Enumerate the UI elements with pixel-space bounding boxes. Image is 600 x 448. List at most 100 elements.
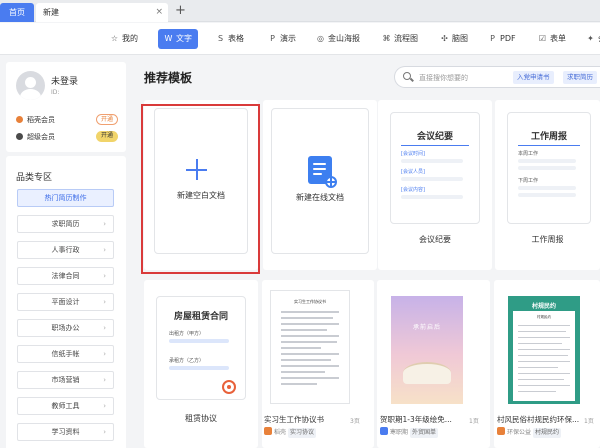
toolbar-pdf[interactable]: P PDF (484, 29, 520, 49)
meeting-thumbnail: 会议纪要 [会议时间] [会议人员] [会议内容] (390, 112, 480, 224)
online-doc-icon (308, 156, 337, 188)
intern-tags: 稻壳 实习协议 (264, 427, 317, 438)
template-card-meeting[interactable]: 会议纪要 [会议时间] [会议人员] [会议内容] 会议纪要 (378, 100, 492, 270)
handbill-tag2: 外贸国单 (410, 428, 439, 438)
intern-pages: 3页 (350, 418, 360, 425)
lease-label: 租赁协议 (185, 414, 217, 423)
tab-new-label: 新建 (43, 8, 59, 17)
search-chip[interactable]: 求职简历 (563, 71, 597, 84)
flowchart-icon: ⌘ (382, 34, 391, 43)
category-item[interactable]: 求职简历 › (17, 215, 114, 233)
super-member-icon (16, 133, 23, 140)
handbill-thumbnail: 承前启后 (391, 296, 463, 404)
handbill-thumb-heading: 承前启后 (412, 324, 441, 331)
toolbar-my[interactable]: ☆ 我的 (106, 29, 142, 49)
template-card-village[interactable]: 村规民约 村规民约 村风民俗村规民约环保... 1页 环保公益 村规民约 (494, 280, 600, 448)
village-page: 村规民约 (513, 311, 575, 401)
activate-docer-button[interactable]: 开通 (96, 114, 118, 125)
meeting-rule (401, 145, 469, 146)
pdf-icon: P (490, 34, 495, 43)
online-document-label: 新建在线文档 (296, 193, 344, 202)
close-icon[interactable]: × (155, 3, 163, 22)
category-item[interactable]: 职场办公 › (17, 319, 114, 337)
seal-icon (222, 380, 236, 394)
lease-heading: 房屋租赁合同 (173, 312, 228, 322)
category-hot-resume[interactable]: 热门简历制作 (17, 189, 114, 207)
category-item[interactable]: 法律合同 › (17, 267, 114, 285)
membership-super: 超级会员 开通 (16, 131, 118, 143)
search-icon (403, 72, 411, 80)
weekly-label: 工作周报 (531, 235, 564, 244)
toolbar-pdf-label: PDF (500, 34, 516, 43)
intern-thumb-heading: 实习生工作协议书 (294, 299, 326, 304)
meeting-field: [会议内容] (401, 187, 425, 193)
add-tab-icon[interactable]: + (175, 3, 186, 19)
toolbar-form[interactable]: ☑ 表单 (534, 29, 570, 49)
more-icon: ✦ (587, 34, 594, 43)
category-item[interactable]: 教师工具 › (17, 397, 114, 415)
category-label: 市场营销 (51, 376, 80, 384)
village-page-heading: 村规民约 (537, 315, 551, 319)
category-label: 求职简历 (51, 220, 80, 228)
toolbar-flowchart-label: 流程图 (394, 34, 418, 43)
toolbar-slides[interactable]: P 演示 (264, 29, 300, 49)
toolbar-writer-label: 文字 (176, 34, 192, 43)
category-label: 信纸手帐 (51, 350, 80, 358)
category-item[interactable]: 平面设计 › (17, 293, 114, 311)
membership-docer-label: 稻壳会员 (27, 116, 55, 124)
toolbar-my-label: 我的 (122, 34, 138, 43)
poster-icon: ◎ (317, 34, 324, 43)
search-input[interactable]: 直接搜你想要的 (419, 73, 468, 83)
online-document-card[interactable]: 新建在线文档 (263, 100, 377, 270)
toolbar-more[interactable]: ✦会 (582, 29, 600, 49)
tab-strip: 首页 新建 × + (0, 0, 600, 22)
template-card-intern[interactable]: 实习生工作协议书 实习生工作协议书 3页 稻壳 实习协议 (262, 280, 374, 448)
handbill-tags: 寒职期 外贸国单 (380, 427, 439, 438)
village-thumb-heading: 村规民约 (531, 303, 556, 310)
template-search[interactable]: 直接搜你想要的 入党申请书 求职简历 (394, 66, 600, 88)
toolbar-sheet[interactable]: S 表格 (212, 29, 248, 49)
chevron-right-icon: › (103, 428, 106, 436)
user-id: ID: (51, 89, 60, 96)
tab-new[interactable]: 新建 × (36, 3, 168, 22)
intern-thumbnail: 实习生工作协议书 (270, 290, 350, 404)
category-title: 品类专区 (16, 173, 53, 183)
village-tags: 环保公益 村规民约 (497, 427, 562, 438)
category-item[interactable]: 人事行政 › (17, 241, 114, 259)
book-icon (403, 362, 451, 384)
weekly-field: 下周工作 (518, 178, 539, 184)
chevron-right-icon: › (103, 324, 106, 332)
village-tag2: 村规民约 (533, 428, 562, 438)
membership-docer: 稻壳会员 开通 (16, 114, 118, 126)
handbill-tag1: 寒职期 (390, 429, 409, 436)
category-label: 人事行政 (51, 246, 80, 254)
meeting-heading: 会议纪要 (416, 132, 453, 142)
toolbar-flowchart[interactable]: ⌘ 流程图 (378, 29, 422, 49)
writer-icon: W (164, 34, 173, 43)
sheet-icon: S (217, 34, 224, 43)
village-pages: 1页 (584, 418, 594, 425)
lease-field: 出租方（甲方） (169, 331, 205, 337)
avatar[interactable] (16, 71, 45, 100)
docer-icon (497, 427, 505, 435)
activate-super-button[interactable]: 开通 (96, 131, 118, 142)
category-panel: 品类专区 热门简历制作 求职简历 › 人事行政 › 法律合同 › 平面设计 › 职场办公… (6, 156, 126, 448)
template-card-weekly[interactable]: 工作周报 本周工作 下周工作 工作周报 (495, 100, 600, 270)
tab-home[interactable]: 首页 (0, 3, 34, 22)
toolbar-writer[interactable]: W 文字 (158, 29, 198, 49)
template-card-handbill[interactable]: 承前启后 贺职期1-3年级绘免... 1页 寒职期 外贸国单 (377, 280, 490, 448)
template-card-lease[interactable]: 房屋租赁合同 出租方（甲方） 承租方（乙方） 租赁协议 (144, 280, 258, 448)
toolbar-poster[interactable]: ◎ 金山海报 (312, 29, 364, 49)
search-chip[interactable]: 入党申请书 (513, 71, 554, 84)
star-icon: ☆ (110, 34, 119, 43)
user-name[interactable]: 未登录 (51, 74, 78, 87)
village-title: 村风民俗村规民约环保... (497, 415, 580, 424)
toolbar-mindmap[interactable]: ✣ 脑图 (436, 29, 472, 49)
category-item[interactable]: 信纸手帐 › (17, 345, 114, 363)
chevron-right-icon: › (103, 402, 106, 410)
category-item[interactable]: 市场营销 › (17, 371, 114, 389)
slides-icon: P (270, 34, 275, 43)
category-item[interactable]: 学习资料 › (17, 423, 114, 441)
weekly-rule (518, 145, 580, 146)
mindmap-icon: ✣ (441, 34, 448, 43)
